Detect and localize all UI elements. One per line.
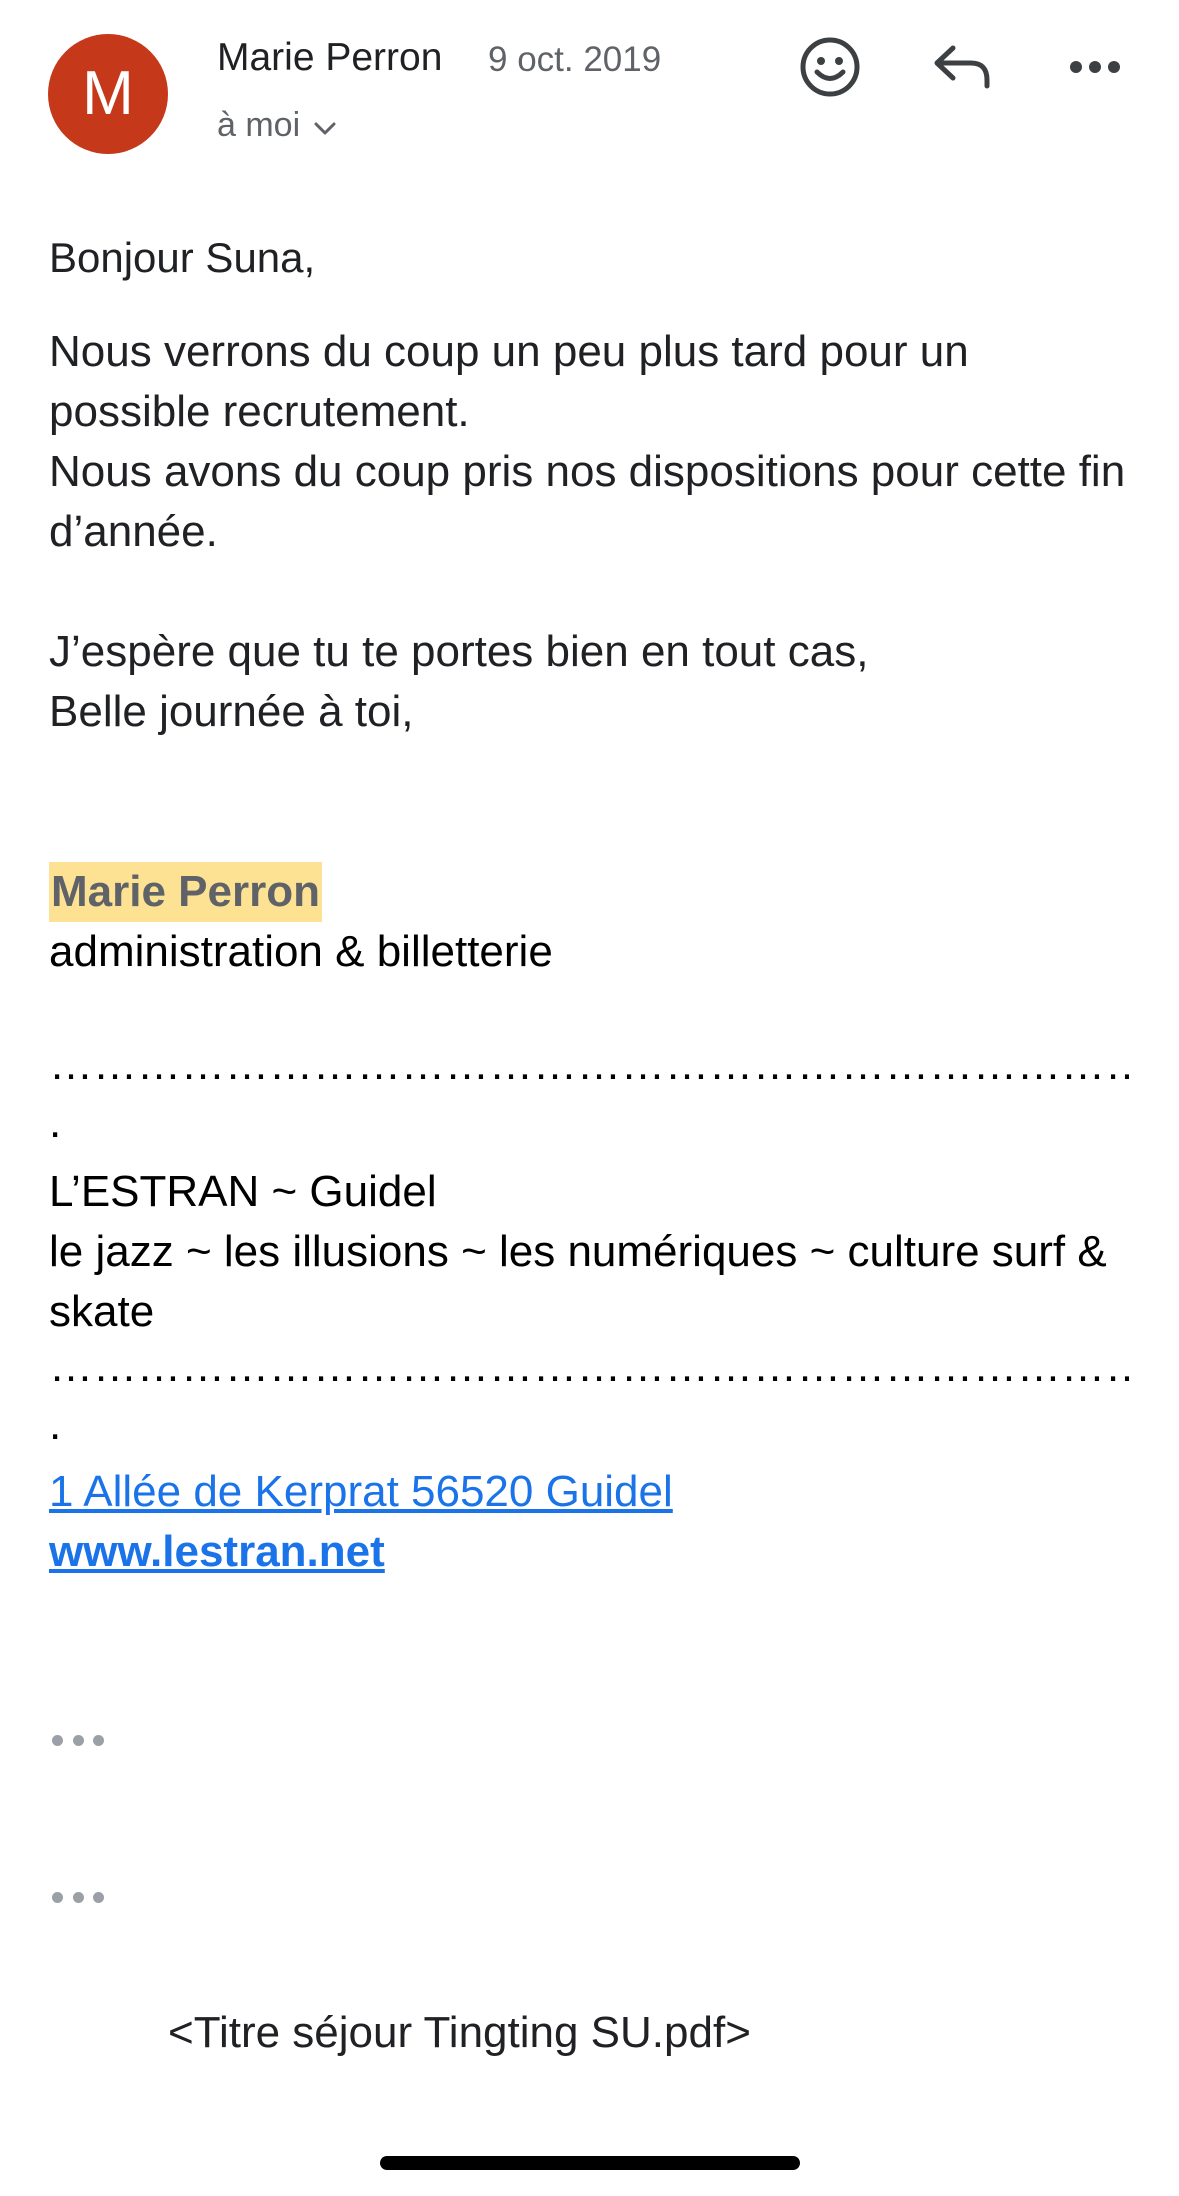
- show-trimmed-content-button[interactable]: [52, 1884, 104, 1910]
- attachment-reference: <Titre séjour Tingting SU.pdf>: [168, 2008, 751, 2057]
- smiley-face-icon: [799, 36, 861, 103]
- signature-separator-tail: .: [49, 1400, 62, 1449]
- signature-separator: ……………………………………………………………………………………: [49, 1050, 1129, 1080]
- avatar[interactable]: M: [48, 34, 168, 154]
- message-paragraph: Nous verrons du coup un peu plus tard po…: [49, 327, 1126, 556]
- chevron-down-icon: [314, 106, 336, 145]
- message-paragraph: J’espère que tu te portes bien en tout c…: [49, 627, 869, 736]
- sender-name[interactable]: Marie Perron: [217, 36, 442, 80]
- message-header: M Marie Perron 9 oct. 2019 à moi: [0, 0, 1179, 170]
- dot-icon: [93, 1734, 104, 1746]
- dot-icon: [93, 1891, 104, 1903]
- organization-info: L’ESTRAN ~ Guidel le jazz ~ les illusion…: [49, 1162, 1139, 1342]
- address-link[interactable]: 1 Allée de Kerprat 56520 Guidel: [49, 1462, 673, 1522]
- dot-icon: [72, 1734, 84, 1746]
- more-options-button[interactable]: [1053, 34, 1137, 104]
- greeting: Bonjour Suna,: [49, 234, 316, 281]
- dot-icon: [52, 1891, 63, 1903]
- organization-tagline: le jazz ~ les illusions ~ les numériques…: [49, 1227, 1107, 1336]
- signature-role: administration & billetterie: [49, 927, 553, 976]
- more-horizontal-icon: [1069, 60, 1121, 79]
- organization-name: L’ESTRAN ~ Guidel: [49, 1167, 437, 1216]
- dot-icon: [72, 1891, 84, 1903]
- recipient-toggle[interactable]: à moi: [217, 106, 336, 145]
- sent-date: 9 oct. 2019: [488, 40, 662, 79]
- reply-arrow-icon: [933, 44, 993, 95]
- home-indicator[interactable]: [380, 2156, 800, 2170]
- signature-separator-tail: .: [49, 1098, 62, 1147]
- add-reaction-button[interactable]: [788, 34, 872, 104]
- signature-separator: ……………………………………………………………………………………: [49, 1352, 1129, 1382]
- signature-name: Marie Perron: [49, 862, 322, 922]
- website-link[interactable]: www.lestran.net: [49, 1522, 385, 1582]
- dot-icon: [52, 1734, 63, 1746]
- show-trimmed-content-button[interactable]: [52, 1727, 104, 1753]
- reply-button[interactable]: [921, 34, 1005, 104]
- recipient-label: à moi: [217, 106, 301, 144]
